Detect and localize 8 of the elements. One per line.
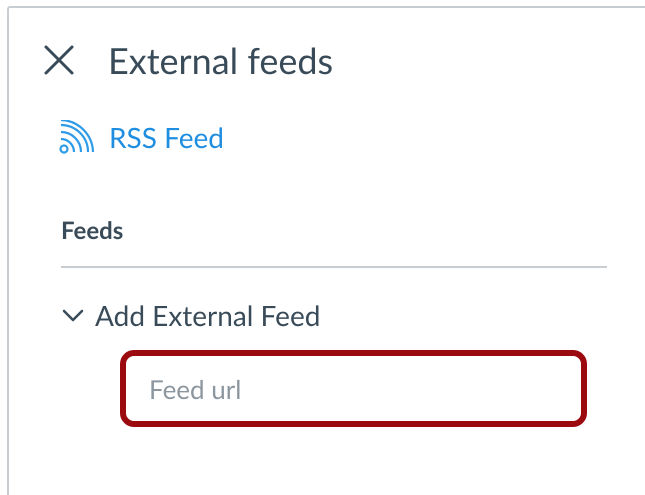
add-external-feed-toggle[interactable]: Add External Feed [61, 298, 320, 332]
close-icon [43, 44, 75, 76]
feed-url-field[interactable]: Feed url [120, 350, 587, 427]
rss-feed-link[interactable]: RSS Feed [59, 120, 224, 154]
close-button[interactable] [42, 43, 76, 77]
section-heading: Feeds [61, 216, 124, 246]
panel-title: External feeds [108, 38, 334, 82]
rss-icon [59, 120, 95, 154]
